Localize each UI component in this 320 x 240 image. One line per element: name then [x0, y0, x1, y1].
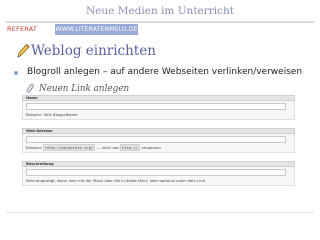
description-input[interactable]	[26, 169, 286, 176]
top-divider	[6, 21, 314, 23]
bullet-item: Blogroll anlegen – auf andere Webseiten …	[14, 67, 302, 77]
address-hint-suffix: vergessen	[141, 145, 161, 150]
address-hint-example: http://wordpress.org/	[43, 144, 96, 151]
slide-title: Neue Medien im Unterricht	[85, 5, 235, 17]
address-hint-protocol: http://	[120, 144, 141, 151]
url-tag[interactable]: WWW.LITERATENMELU.DE	[55, 24, 138, 35]
address-hint-middle: — nicht das	[96, 145, 119, 150]
name-section: Name Beispiel: Tolle Blogsoftware	[22, 95, 295, 120]
web-address-input[interactable]	[26, 136, 286, 143]
name-hint: Beispiel: Tolle Blogsoftware	[26, 112, 78, 117]
address-section: Web-Adresse Beispiel: http://wordpress.o…	[22, 128, 295, 153]
bottom-divider	[6, 212, 314, 213]
link-form-title-text: Neuen Link anlegen	[39, 83, 130, 94]
link-form: Name Beispiel: Tolle Blogsoftware Web-Ad…	[22, 95, 295, 194]
pencil-icon	[17, 43, 30, 58]
name-input[interactable]	[26, 103, 286, 110]
bullet-text: Blogroll anlegen – auf andere Webseiten …	[27, 67, 303, 77]
address-hint: Beispiel: http://wordpress.org/ — nicht …	[26, 144, 291, 151]
link-form-title: Neuen Link anlegen	[26, 83, 129, 94]
section-heading: Weblog einrichten	[16, 42, 156, 60]
heading-text: Weblog einrichten	[31, 43, 156, 59]
address-hint-prefix: Beispiel:	[26, 145, 43, 150]
description-section: Beschreibung Wird angezeigt, wenn man mi…	[22, 161, 295, 186]
description-hint: Wird angezeigt, wenn man mit der Maus üb…	[26, 178, 207, 183]
referat-tag: REFERAT	[7, 25, 38, 33]
bullet-icon	[14, 70, 18, 75]
paperclip-icon	[26, 83, 34, 93]
